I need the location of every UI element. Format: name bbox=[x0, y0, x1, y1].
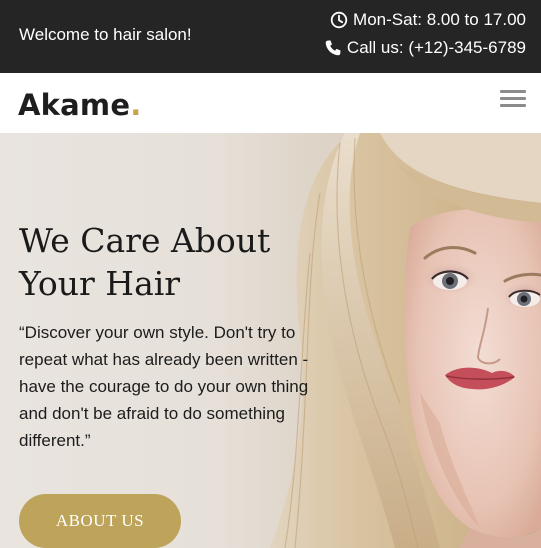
site-header: Akame. bbox=[0, 73, 541, 133]
clock-icon bbox=[330, 11, 348, 29]
phone-contact[interactable]: Call us: (+12)-345-6789 bbox=[324, 37, 526, 59]
hamburger-menu-icon[interactable] bbox=[500, 88, 526, 110]
hero-title-line-1: We Care About bbox=[19, 221, 271, 260]
opening-hours-text: Mon-Sat: 8.00 to 17.00 bbox=[353, 10, 526, 29]
top-info-bar: Welcome to hair salon! Mon-Sat: 8.00 to … bbox=[0, 0, 541, 73]
phone-text: Call us: (+12)-345-6789 bbox=[346, 38, 526, 57]
hero-quote: “Discover your own style. Don't try to r… bbox=[19, 323, 309, 450]
hero-title-line-2: Your Hair bbox=[19, 264, 181, 303]
phone-icon bbox=[324, 39, 342, 57]
hero-title: We Care About Your Hair bbox=[19, 219, 319, 305]
logo-text: Akame bbox=[18, 88, 131, 122]
logo-dot: . bbox=[130, 88, 142, 122]
welcome-text: Welcome to hair salon! bbox=[19, 25, 192, 44]
opening-hours: Mon-Sat: 8.00 to 17.00 bbox=[330, 9, 526, 31]
hero-section: We Care About Your Hair “Discover your o… bbox=[0, 133, 541, 548]
about-us-button[interactable]: ABOUT US bbox=[19, 494, 181, 548]
site-logo[interactable]: Akame. bbox=[18, 87, 141, 123]
